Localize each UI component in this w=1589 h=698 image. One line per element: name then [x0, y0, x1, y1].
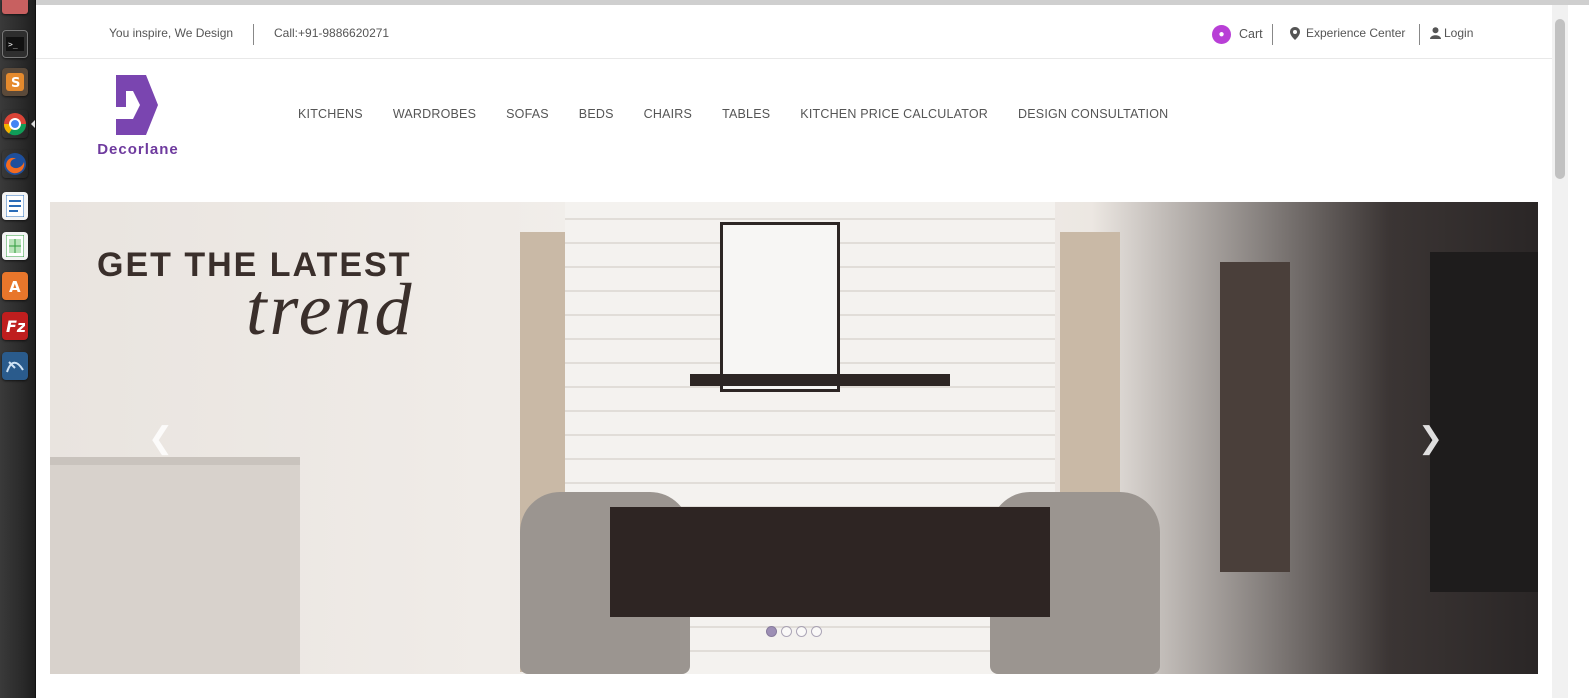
carousel-prev-icon[interactable]: ❮ [148, 424, 173, 454]
dining-table-image [610, 507, 1050, 617]
writer-icon[interactable] [2, 192, 28, 220]
login-label: Login [1444, 26, 1474, 40]
location-pin-icon [1290, 26, 1300, 40]
nav-sofas[interactable]: SOFAS [506, 107, 549, 121]
nav-tables[interactable]: TABLES [722, 107, 770, 121]
divider [1272, 24, 1273, 45]
active-indicator [31, 120, 35, 128]
top-launcher-icon[interactable] [2, 0, 28, 14]
browser-page: You inspire, We Design Call:+91-98866202… [36, 0, 1589, 698]
firefox-icon[interactable] [2, 150, 28, 178]
wall-shelf-image [690, 374, 950, 386]
phone-number[interactable]: Call:+91-9886620271 [274, 26, 389, 40]
divider [253, 24, 254, 45]
logo-mark-icon [116, 75, 158, 135]
calc-icon[interactable] [2, 232, 28, 260]
svg-text:>_: >_ [8, 40, 18, 49]
oven-image [1430, 252, 1538, 592]
carousel-dot[interactable] [796, 626, 807, 637]
experience-center-label: Experience Center [1306, 26, 1406, 40]
experience-center-link[interactable]: Experience Center [1290, 26, 1405, 40]
carousel-indicators [766, 626, 822, 637]
divider [1419, 24, 1420, 45]
wall-art-image [720, 222, 840, 392]
door-image [1220, 262, 1290, 572]
chrome-icon[interactable] [2, 110, 28, 138]
terminal-icon[interactable]: >_ [2, 30, 28, 58]
hero-headline-accent: trend [246, 269, 415, 351]
nav-wardrobes[interactable]: WARDROBES [393, 107, 476, 121]
mysql-workbench-icon[interactable] [2, 352, 28, 380]
page-scrollbar[interactable] [1552, 5, 1568, 698]
carousel-dot[interactable] [811, 626, 822, 637]
carousel-next-icon[interactable]: ❯ [1418, 424, 1443, 454]
nav-beds[interactable]: BEDS [579, 107, 614, 121]
carousel-dot[interactable] [781, 626, 792, 637]
software-center-icon[interactable]: A [2, 272, 28, 300]
cart-icon[interactable]: ● [1212, 25, 1231, 44]
logo-text: Decorlane [97, 141, 179, 158]
filezilla-icon[interactable]: Fz [2, 312, 28, 340]
hero-carousel: GET THE LATEST trend ❮ ❯ [50, 202, 1538, 674]
cart-link[interactable]: Cart [1239, 27, 1263, 41]
scrollbar-thumb[interactable] [1555, 19, 1565, 179]
carousel-dot[interactable] [766, 626, 777, 637]
os-launcher: >_ S A Fz [0, 0, 36, 698]
top-bar: You inspire, We Design Call:+91-98866202… [36, 5, 1552, 59]
user-icon [1430, 27, 1441, 39]
main-nav: KITCHENS WARDROBES SOFAS BEDS CHAIRS TAB… [298, 107, 1198, 121]
nav-kitchens[interactable]: KITCHENS [298, 107, 363, 121]
login-link[interactable]: Login [1430, 26, 1473, 40]
site-logo[interactable]: Decorlane [88, 75, 188, 163]
nav-design-consultation[interactable]: DESIGN CONSULTATION [1018, 107, 1168, 121]
svg-text:A: A [9, 278, 21, 295]
kitchen-counter-image [50, 457, 300, 674]
nav-kitchen-price-calculator[interactable]: KITCHEN PRICE CALCULATOR [800, 107, 988, 121]
tagline: You inspire, We Design [109, 26, 234, 40]
nav-chairs[interactable]: CHAIRS [644, 107, 692, 121]
sublime-icon[interactable]: S [2, 68, 28, 96]
svg-text:Fz: Fz [6, 317, 25, 336]
svg-text:S: S [11, 76, 20, 91]
